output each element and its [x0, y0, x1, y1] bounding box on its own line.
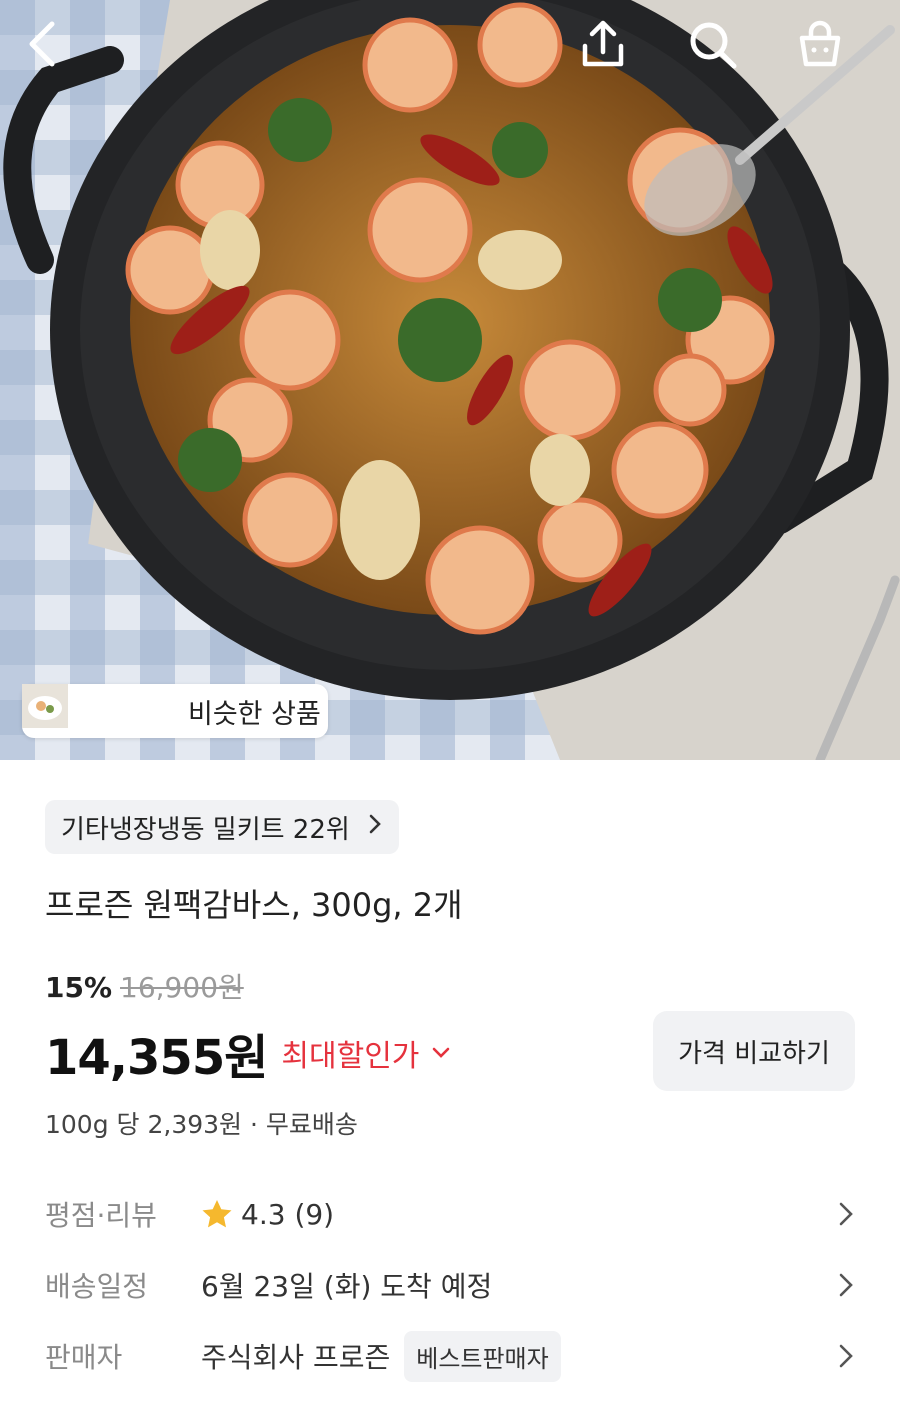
delivery-key: 배송일정 [45, 1270, 149, 1303]
sale-price: 14,355원 [45, 1030, 268, 1086]
product-title: 프로즌 원팩감바스, 300g, 2개 [45, 886, 463, 924]
shipping-label: 무료배송 [265, 1110, 358, 1139]
review-count: (9) [294, 1197, 335, 1231]
similar-products-button[interactable]: 비슷한 상품 [22, 684, 328, 738]
seller-name: 주식회사 프로즌 [201, 1341, 391, 1374]
price-row: 14,355원 최대할인가 [45, 1018, 451, 1088]
delivery-row[interactable]: 배송일정 6월 23일 (화) 도착 예정 [45, 1260, 855, 1310]
rating-value: 4.3 [241, 1197, 286, 1231]
unit-price-row: 100g 당 2,393원 · 무료배송 [45, 1105, 358, 1141]
rating-review-row[interactable]: 평점·리뷰 4.3 (9) [45, 1189, 855, 1239]
category-rank-label: 기타냉장냉동 밀키트 22위 [61, 814, 350, 845]
search-button[interactable] [688, 20, 752, 84]
delivery-value: 6월 23일 (화) 도착 예정 [201, 1270, 493, 1303]
share-button[interactable] [580, 20, 644, 84]
product-image[interactable]: 비슷한 상품 [0, 0, 900, 760]
back-button[interactable] [24, 20, 88, 84]
unit-price: 100g 당 2,393원 [45, 1110, 243, 1139]
product-photo [0, 0, 900, 760]
star-icon [201, 1199, 233, 1229]
similar-products-label: 비슷한 상품 [188, 698, 321, 730]
seller-key: 판매자 [45, 1341, 123, 1374]
chevron-right-icon [367, 812, 383, 842]
chevron-right-icon [837, 1343, 855, 1373]
chevron-down-icon [431, 1046, 451, 1060]
max-discount-label: 최대할인가 [281, 1039, 420, 1074]
chevron-right-icon [837, 1272, 855, 1302]
best-seller-badge: 베스트판매자 [404, 1330, 561, 1382]
similar-thumbnail [22, 684, 174, 733]
seller-row[interactable]: 판매자 주식회사 프로즌 베스트판매자 [45, 1330, 855, 1382]
cart-button[interactable] [796, 20, 860, 84]
rating-key: 평점·리뷰 [45, 1199, 157, 1232]
original-price: 16,900원 [120, 971, 244, 1004]
separator-dot: · [242, 1110, 266, 1139]
category-rank-chip[interactable]: 기타냉장냉동 밀키트 22위 [45, 800, 399, 854]
rating-value-group: 4.3 (9) [201, 1198, 334, 1231]
similar-thumbnail [22, 684, 124, 733]
max-discount-toggle[interactable]: 최대할인가 [281, 1031, 451, 1075]
price-compare-button[interactable]: 가격 비교하기 [653, 1011, 855, 1091]
discount-percent: 15% [45, 971, 113, 1004]
discount-row: 15% 16,900원 [45, 966, 244, 1006]
seller-value-group: 주식회사 프로즌 베스트판매자 [201, 1330, 561, 1382]
chevron-right-icon [837, 1201, 855, 1231]
